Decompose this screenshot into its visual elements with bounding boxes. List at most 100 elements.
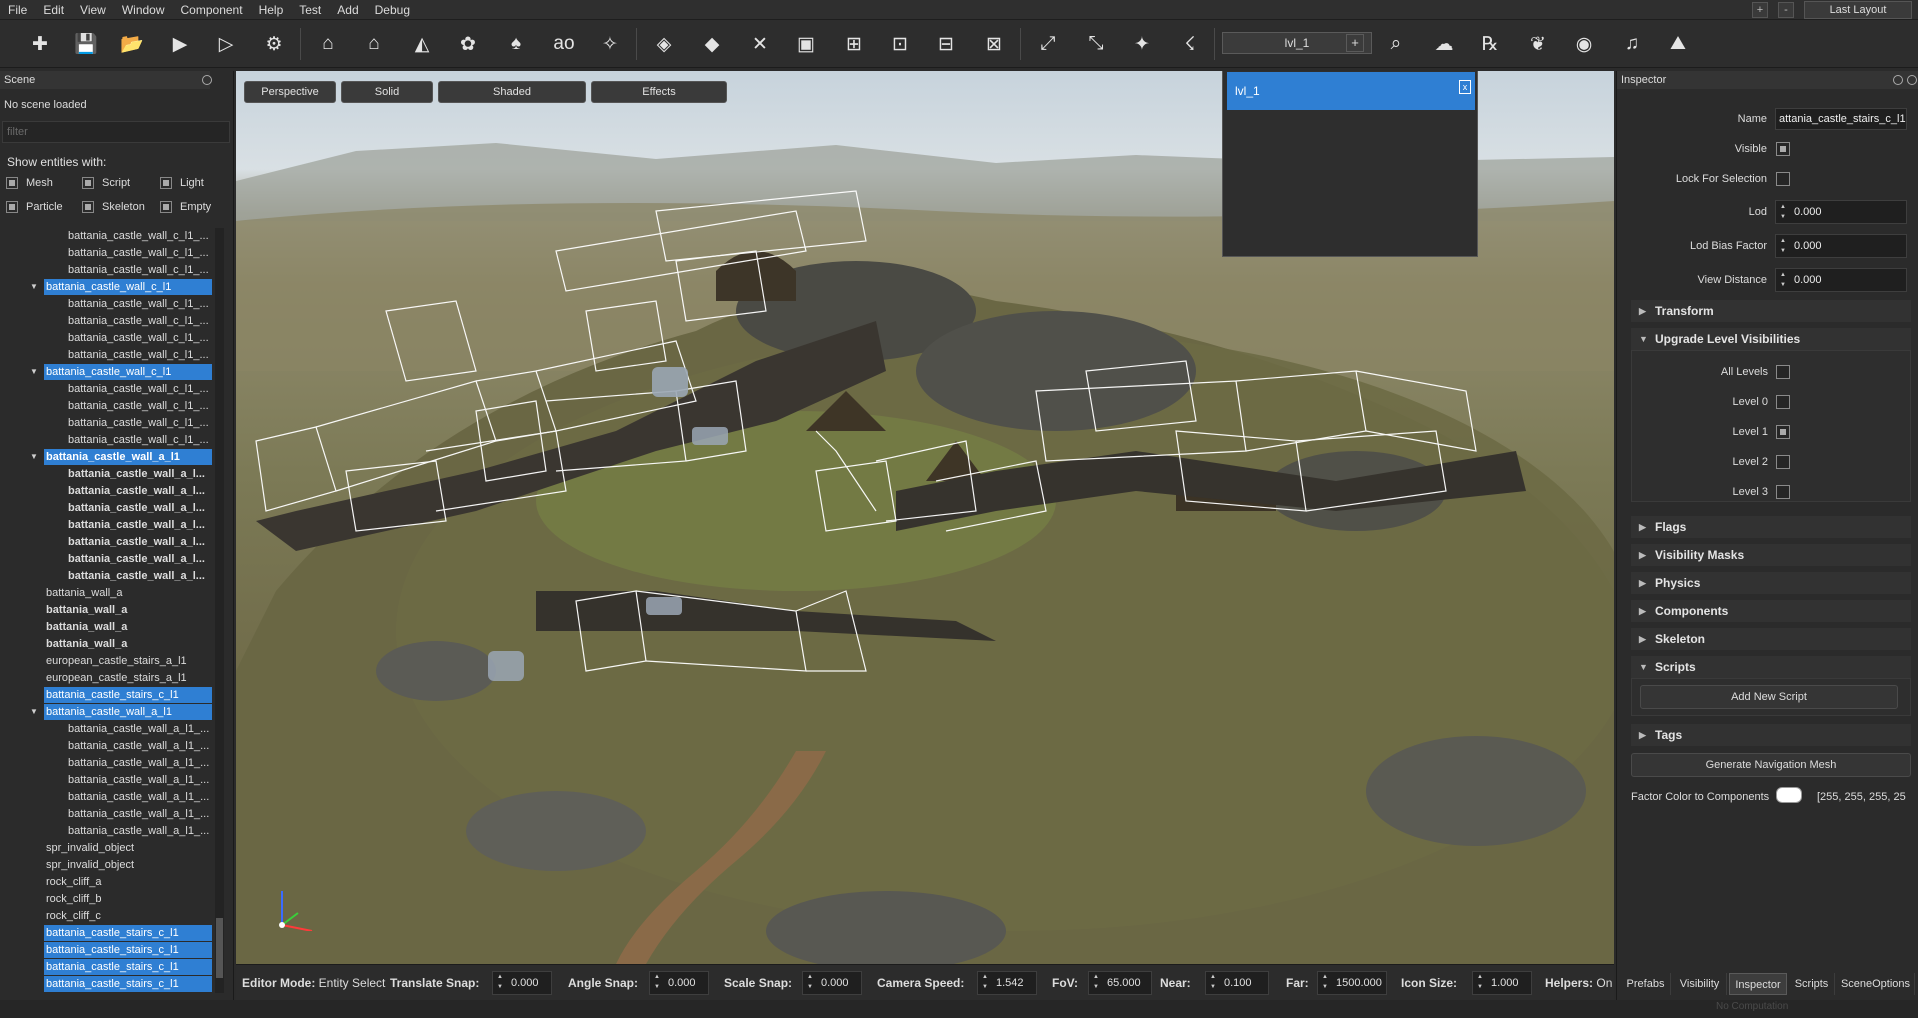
filter-skeleton-checkbox[interactable]: Skeleton bbox=[82, 201, 145, 213]
tree-item[interactable]: battania_castle_wall_a_l... bbox=[66, 551, 212, 567]
wand-icon[interactable]: ✧ bbox=[596, 30, 624, 58]
tree-item[interactable]: battania_castle_wall_c_l1_... bbox=[66, 228, 212, 244]
tree-item[interactable]: battania_castle_wall_c_l1_... bbox=[66, 330, 212, 346]
eye-icon[interactable]: ◉ bbox=[1570, 30, 1598, 58]
tree-item[interactable]: battania_castle_wall_a_l1_... bbox=[66, 721, 212, 737]
level-3-checkbox[interactable] bbox=[1776, 485, 1790, 499]
section-skeleton[interactable]: ▶ Skeleton bbox=[1631, 628, 1911, 650]
menu-debug[interactable]: Debug bbox=[367, 0, 418, 20]
prefab-icon[interactable]: ⚙ bbox=[260, 30, 288, 58]
tree-icon[interactable]: ♠ bbox=[502, 30, 530, 58]
filter-empty-checkbox[interactable]: Empty bbox=[160, 201, 211, 213]
tree-item[interactable]: battania_castle_stairs_c_l1 bbox=[44, 976, 212, 992]
lod-field[interactable]: 0.000 bbox=[1775, 200, 1907, 224]
lod-bias-field[interactable]: 0.000 bbox=[1775, 234, 1907, 258]
name-field[interactable] bbox=[1775, 108, 1907, 130]
save-icon[interactable]: 💾 bbox=[72, 30, 100, 58]
section-tags[interactable]: ▶ Tags bbox=[1631, 724, 1911, 746]
tree-item[interactable]: battania_castle_wall_c_l1 bbox=[44, 364, 212, 380]
scrollbar-thumb[interactable] bbox=[216, 918, 223, 978]
tree-item[interactable]: rock_cliff_a bbox=[44, 874, 212, 890]
tree-item[interactable]: battania_castle_stairs_c_l1 bbox=[44, 942, 212, 958]
spark-icon[interactable]: ✦ bbox=[1128, 30, 1156, 58]
level-2-checkbox[interactable] bbox=[1776, 455, 1790, 469]
cube-icon[interactable]: ◈ bbox=[650, 30, 678, 58]
roof-icon[interactable]: ◭ bbox=[408, 30, 436, 58]
tree-item[interactable]: european_castle_stairs_a_l1 bbox=[44, 653, 212, 669]
tree-item[interactable]: battania_castle_wall_c_l1_... bbox=[66, 432, 212, 448]
ao-icon[interactable]: ao bbox=[550, 30, 578, 58]
tree-item[interactable]: battania_castle_stairs_c_l1 bbox=[44, 687, 212, 703]
tree-item[interactable]: battania_wall_a bbox=[44, 636, 212, 652]
close-icon[interactable]: x bbox=[1459, 80, 1471, 94]
angle-snap-field[interactable]: 0.000 bbox=[649, 971, 709, 995]
play-outline-icon[interactable]: ▷ bbox=[212, 30, 240, 58]
tree-item[interactable]: battania_castle_wall_a_l... bbox=[66, 500, 212, 516]
tree-item[interactable]: battania_castle_wall_a_l... bbox=[66, 483, 212, 499]
tab-scene-options[interactable]: SceneOptions bbox=[1837, 973, 1915, 995]
tree-item[interactable]: battania_castle_wall_a_l1_... bbox=[66, 789, 212, 805]
section-transform[interactable]: ▶ Transform bbox=[1631, 300, 1911, 322]
grid-cube-icon[interactable]: ⊡ bbox=[886, 30, 914, 58]
close-icon[interactable] bbox=[1907, 75, 1917, 85]
path-2-icon[interactable]: ⤡ bbox=[1082, 30, 1110, 58]
tree-item[interactable]: battania_castle_wall_c_l1_... bbox=[66, 296, 212, 312]
menu-file[interactable]: File bbox=[0, 0, 35, 20]
tree-item[interactable]: battania_castle_wall_a_l1 bbox=[44, 704, 212, 720]
visible-checkbox[interactable] bbox=[1776, 142, 1790, 156]
filter-mesh-checkbox[interactable]: Mesh bbox=[6, 177, 53, 189]
tree-item[interactable]: battania_castle_wall_c_l1_... bbox=[66, 262, 212, 278]
open-folder-icon[interactable]: 📂 bbox=[118, 30, 146, 58]
tree-item[interactable]: spr_invalid_object bbox=[44, 857, 212, 873]
section-flags[interactable]: ▶ Flags bbox=[1631, 516, 1911, 538]
tree-item[interactable]: battania_wall_a bbox=[44, 585, 212, 601]
paint-icon[interactable]: ✿ bbox=[454, 30, 482, 58]
leaf-icon[interactable]: ❦ bbox=[1524, 30, 1552, 58]
menu-window[interactable]: Window bbox=[114, 0, 173, 20]
tree-item[interactable]: battania_castle_wall_a_l1 bbox=[44, 449, 212, 465]
minimize-button[interactable]: - bbox=[1778, 2, 1794, 18]
mesh-add-2-icon[interactable]: ⊠ bbox=[980, 30, 1008, 58]
add-level-button[interactable]: + bbox=[1346, 34, 1364, 52]
tree-item[interactable]: battania_castle_wall_c_l1_... bbox=[66, 415, 212, 431]
near-field[interactable]: 0.100 bbox=[1205, 971, 1269, 995]
filter-particle-checkbox[interactable]: Particle bbox=[6, 201, 63, 213]
tab-inspector[interactable]: Inspector bbox=[1729, 973, 1787, 995]
tab-perspective[interactable]: Perspective bbox=[244, 81, 336, 103]
translate-snap-field[interactable]: 0.000 bbox=[492, 971, 552, 995]
tree-item[interactable]: battania_castle_wall_a_l1_... bbox=[66, 772, 212, 788]
filter-script-checkbox[interactable]: Script bbox=[82, 177, 130, 189]
tab-visibility[interactable]: Visibility bbox=[1673, 973, 1727, 995]
mesh-icon[interactable]: ⊞ bbox=[840, 30, 868, 58]
axes-icon[interactable]: ✕ bbox=[746, 30, 774, 58]
close-icon[interactable] bbox=[202, 75, 212, 85]
helpers-toggle[interactable]: Helpers: On bbox=[1545, 976, 1612, 990]
add-layout-button[interactable]: + bbox=[1752, 2, 1768, 18]
tree-item[interactable]: battania_castle_wall_c_l1_... bbox=[66, 347, 212, 363]
tree-item[interactable]: battania_wall_a bbox=[44, 619, 212, 635]
tree-scrollbar[interactable] bbox=[215, 228, 224, 993]
house-2-icon[interactable]: ⌂ bbox=[360, 30, 388, 58]
view-distance-field[interactable]: 0.000 bbox=[1775, 268, 1907, 292]
tree-item[interactable]: battania_castle_wall_a_l1_... bbox=[66, 738, 212, 754]
render-icon[interactable]: ℞ bbox=[1476, 30, 1504, 58]
level-1-checkbox[interactable] bbox=[1776, 425, 1790, 439]
expand-arrow-icon[interactable]: ▼ bbox=[30, 364, 38, 380]
play-icon[interactable]: ▶ bbox=[166, 30, 194, 58]
zoom-icon[interactable]: ⌕ bbox=[1382, 30, 1410, 58]
sound-icon[interactable]: ♫ bbox=[1618, 30, 1646, 58]
scale-snap-field[interactable]: 0.000 bbox=[802, 971, 862, 995]
menu-test[interactable]: Test bbox=[291, 0, 329, 20]
menu-add[interactable]: Add bbox=[329, 0, 366, 20]
tree-item[interactable]: rock_cliff_b bbox=[44, 891, 212, 907]
section-components[interactable]: ▶ Components bbox=[1631, 600, 1911, 622]
generate-navmesh-button[interactable]: Generate Navigation Mesh bbox=[1631, 753, 1911, 777]
viewport-3d[interactable]: Perspective Solid Shaded Effects lvl_1 x bbox=[236, 71, 1614, 964]
section-upgrade-levels[interactable]: ▼ Upgrade Level Visibilities bbox=[1631, 328, 1911, 350]
filter-input[interactable] bbox=[2, 121, 230, 143]
menu-help[interactable]: Help bbox=[251, 0, 292, 20]
tree-item[interactable]: battania_castle_wall_a_l... bbox=[66, 534, 212, 550]
tree-item[interactable]: battania_castle_wall_c_l1 bbox=[44, 279, 212, 295]
section-scripts[interactable]: ▼ Scripts bbox=[1631, 656, 1911, 678]
terrain-icon[interactable]: ⛰ bbox=[1664, 30, 1692, 58]
